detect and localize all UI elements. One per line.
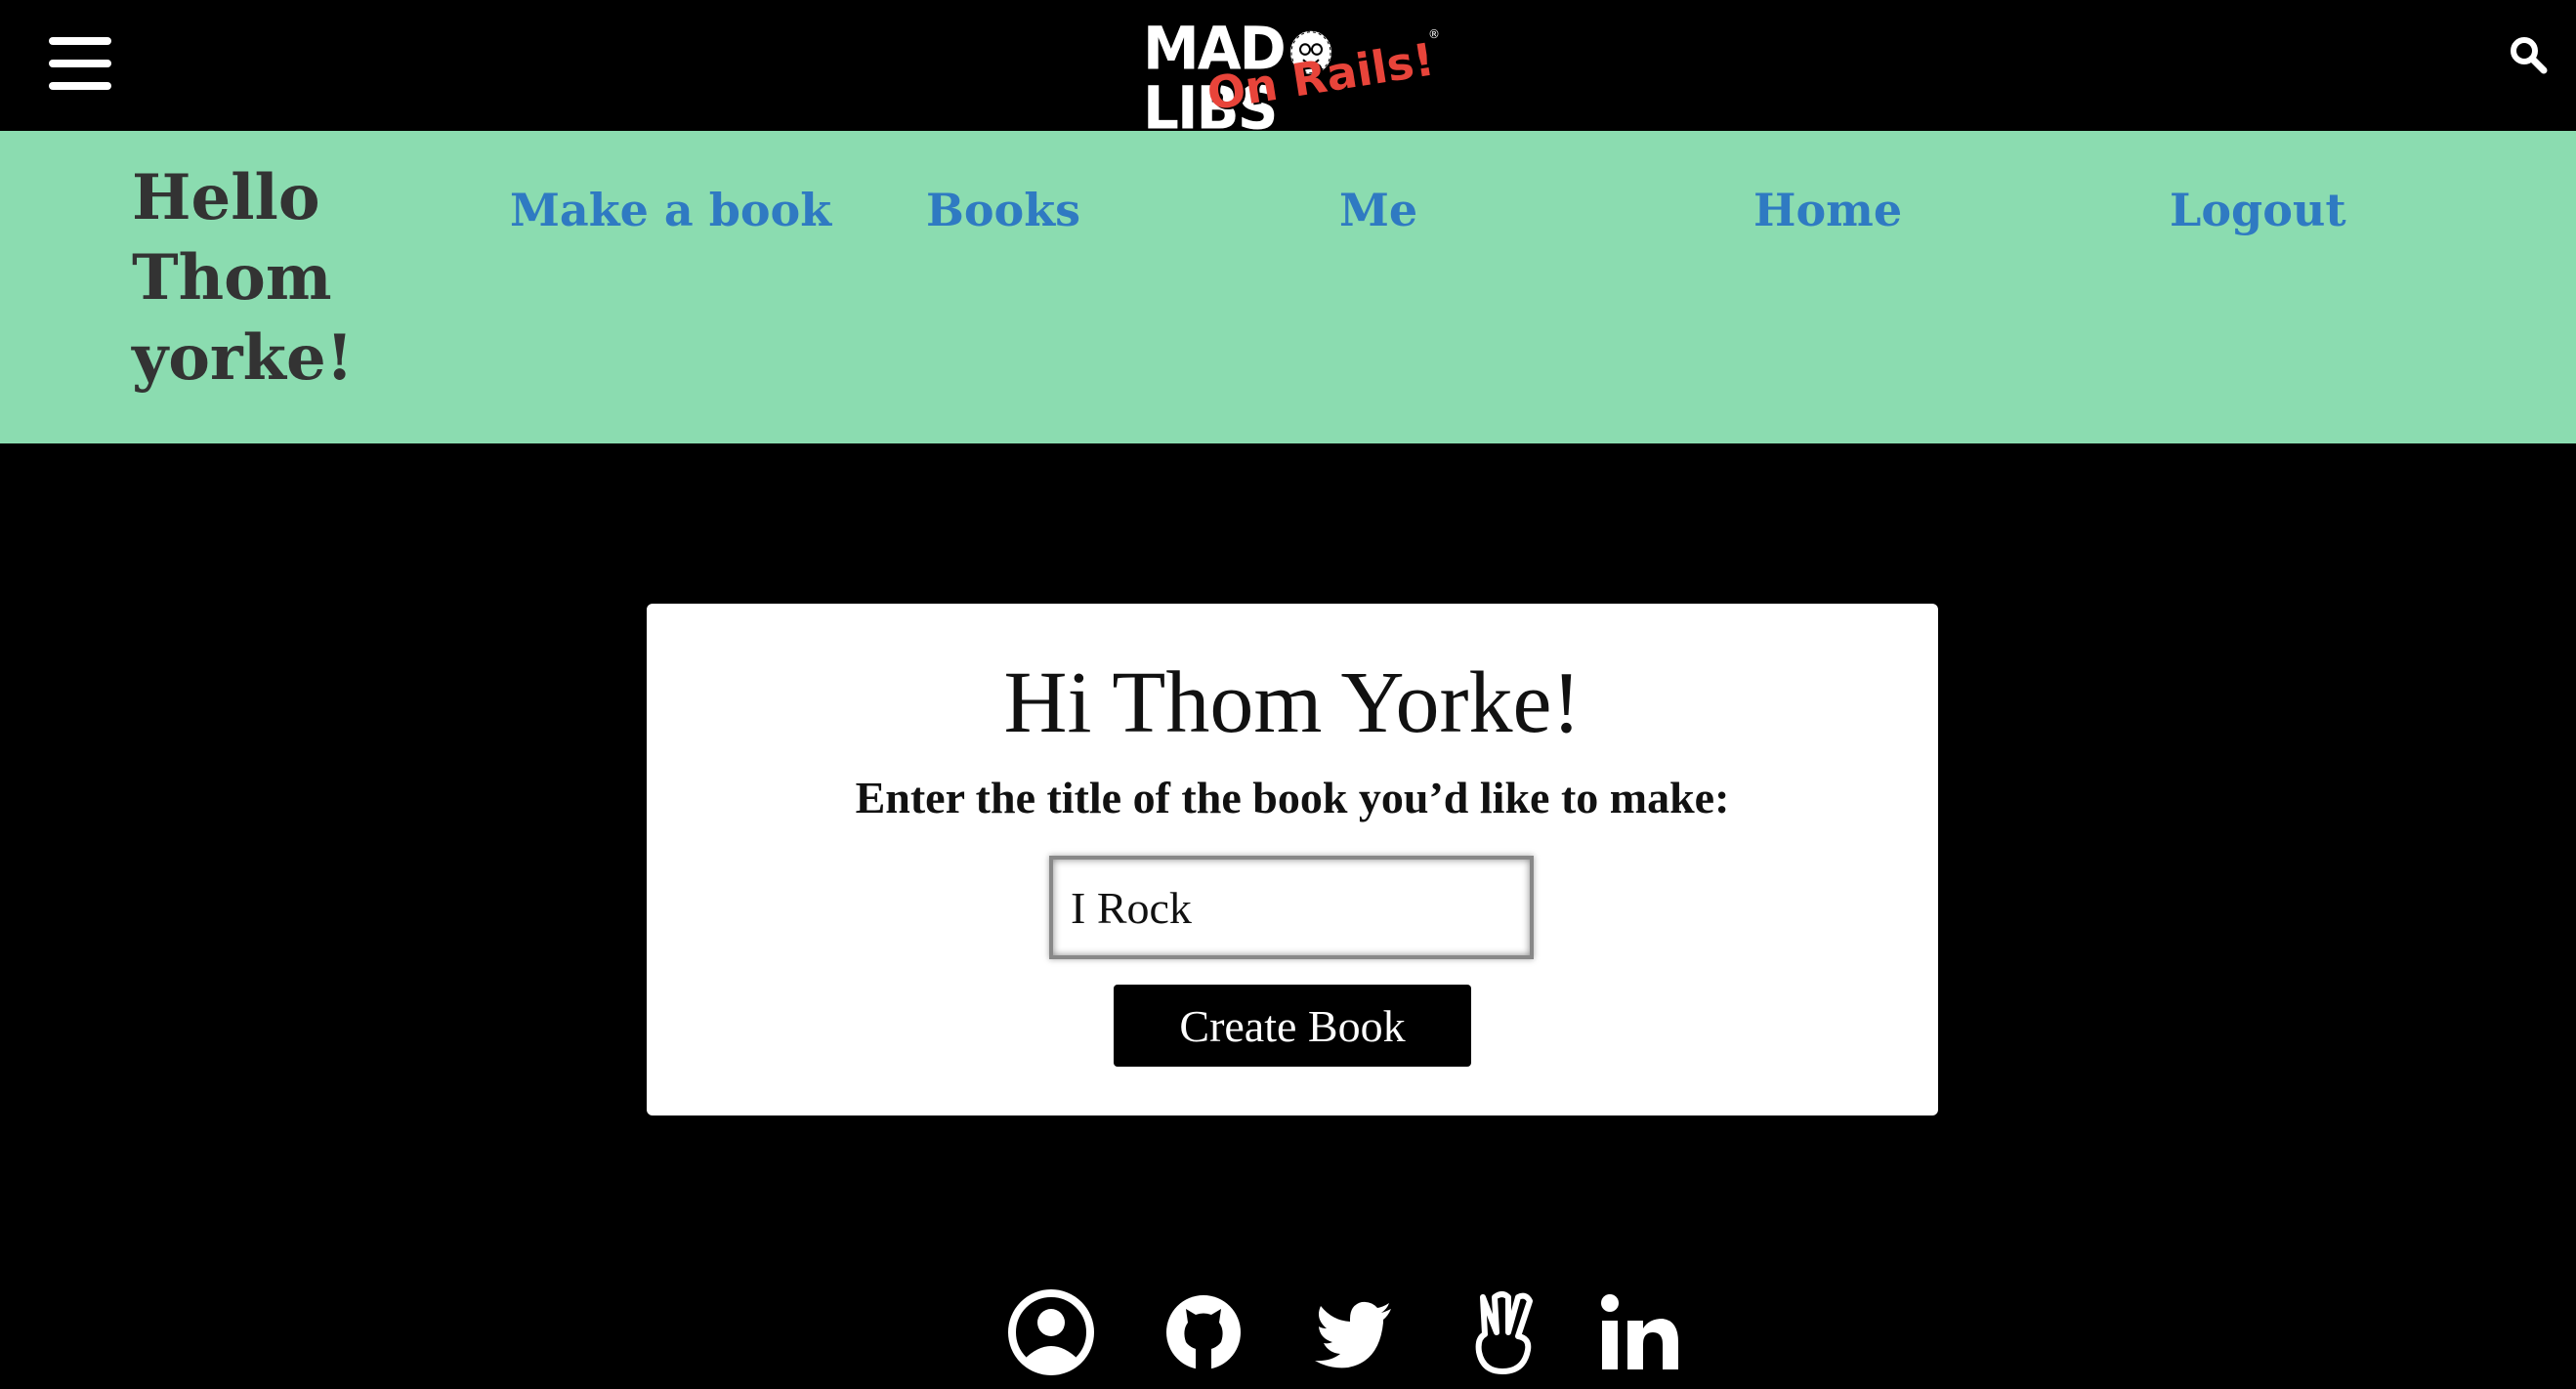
logo-registered-mark: ® bbox=[1428, 27, 1440, 41]
nav-link-home[interactable]: Home bbox=[1753, 184, 1902, 236]
nav-link-me[interactable]: Me bbox=[1339, 184, 1417, 236]
peace-hand-icon[interactable] bbox=[1459, 1287, 1549, 1377]
linkedin-icon[interactable] bbox=[1598, 1287, 1688, 1377]
top-bar: MAD LIBS On Rails! ® bbox=[0, 0, 2576, 138]
nav-link-make-a-book[interactable]: Make a book bbox=[510, 184, 831, 236]
card-title: Hi Thom Yorke! bbox=[1003, 654, 1582, 751]
create-book-button[interactable]: Create Book bbox=[1114, 985, 1471, 1067]
nav-bar: Hello Thom yorke! Make a book Books Me H… bbox=[0, 131, 2576, 443]
github-icon[interactable] bbox=[1159, 1287, 1248, 1377]
user-circle-icon[interactable] bbox=[1006, 1287, 1096, 1377]
nav-link-logout[interactable]: Logout bbox=[2170, 184, 2346, 236]
hamburger-menu-icon[interactable] bbox=[49, 37, 111, 90]
book-title-prompt: Enter the title of the book you’d like t… bbox=[855, 773, 1730, 822]
book-title-input[interactable] bbox=[1049, 856, 1534, 959]
footer-social-icons bbox=[0, 1287, 2576, 1389]
search-icon[interactable] bbox=[2509, 35, 2548, 74]
nav-link-books[interactable]: Books bbox=[926, 184, 1080, 236]
user-greeting: Hello Thom yorke! bbox=[132, 161, 354, 395]
create-book-card: Hi Thom Yorke! Enter the title of the bo… bbox=[647, 604, 1938, 1115]
mad-libs-logo[interactable]: MAD LIBS On Rails! ® bbox=[1143, 19, 1446, 138]
twitter-icon[interactable] bbox=[1309, 1287, 1399, 1377]
